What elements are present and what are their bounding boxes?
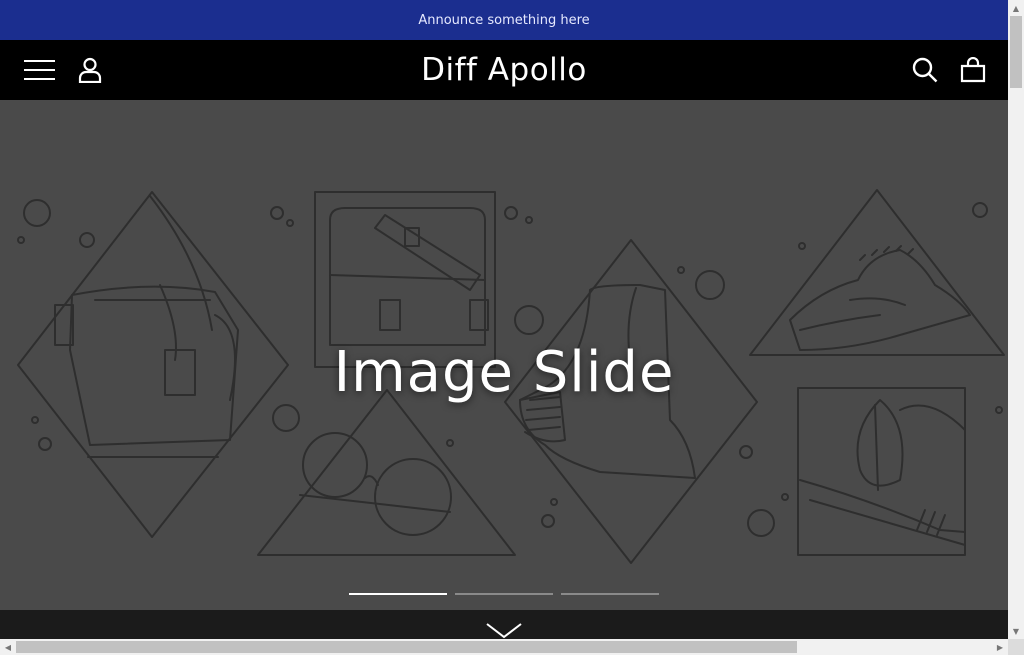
scroll-left-arrow-icon[interactable]: ◀ xyxy=(0,639,16,655)
brand-logo[interactable]: Diff Apollo xyxy=(0,40,1008,100)
vertical-scroll-thumb[interactable] xyxy=(1010,16,1022,88)
user-icon[interactable] xyxy=(78,57,102,83)
announcement-text[interactable]: Announce something here xyxy=(418,13,589,28)
next-section-strip xyxy=(0,610,1008,639)
chevron-down-icon[interactable] xyxy=(486,623,522,639)
search-icon[interactable] xyxy=(912,57,938,83)
scrollbar-corner xyxy=(1008,639,1024,655)
slide-indicator-3[interactable] xyxy=(561,593,659,595)
hamburger-menu-icon[interactable] xyxy=(24,59,56,81)
horizontal-scroll-thumb[interactable] xyxy=(16,641,797,653)
site-header: Diff Apollo xyxy=(0,40,1008,100)
scroll-right-arrow-icon[interactable]: ▶ xyxy=(992,639,1008,655)
announcement-bar[interactable]: Announce something here xyxy=(0,0,1008,40)
horizontal-scrollbar[interactable]: ◀ ▶ xyxy=(0,639,1024,655)
slide-indicator-1[interactable] xyxy=(349,593,447,595)
shopping-bag-icon[interactable] xyxy=(960,57,986,83)
slide-title: Image Slide xyxy=(333,340,675,405)
vertical-scrollbar[interactable]: ▲ ▼ xyxy=(1008,0,1024,639)
scroll-up-arrow-icon[interactable]: ▲ xyxy=(1008,0,1024,16)
page-viewport: Announce something here Diff Apollo Imag… xyxy=(0,0,1008,639)
scroll-down-arrow-icon[interactable]: ▼ xyxy=(1008,623,1024,639)
slide-pagination xyxy=(349,593,659,595)
hero-slideshow[interactable]: Image Slide xyxy=(0,100,1008,610)
slide-indicator-2[interactable] xyxy=(455,593,553,595)
